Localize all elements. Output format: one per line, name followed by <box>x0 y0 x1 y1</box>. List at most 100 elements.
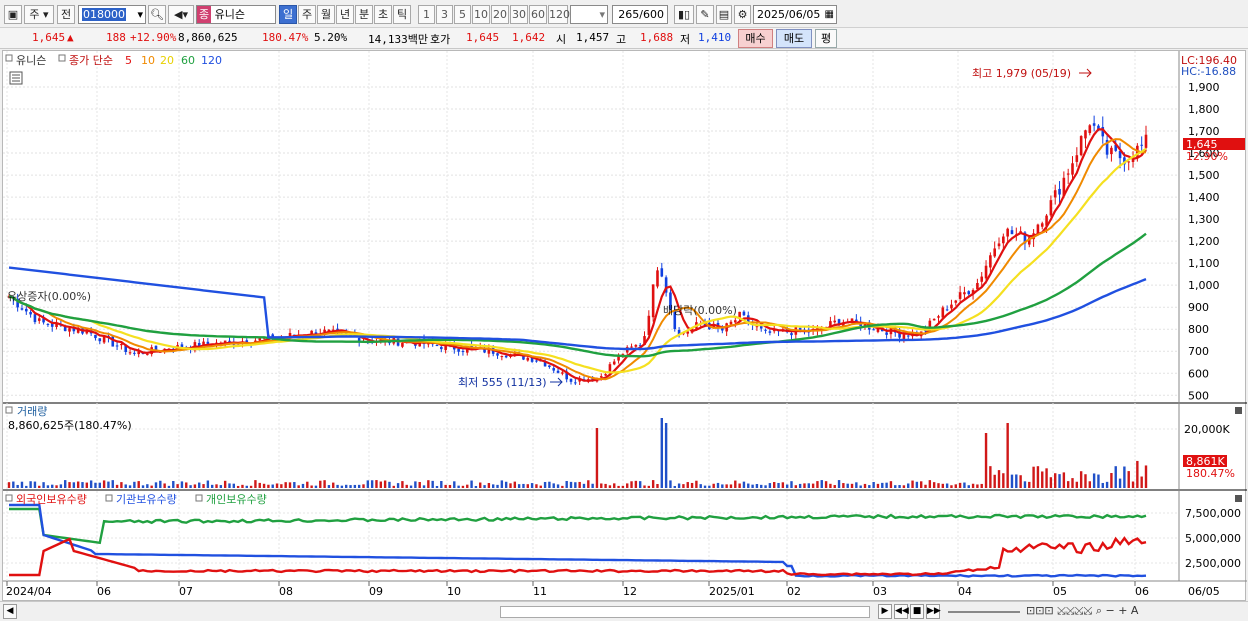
bid-price: 1,642 <box>512 31 546 44</box>
count-max: /600 <box>639 8 664 21</box>
rewind-icon[interactable]: ◀◀ <box>894 604 909 619</box>
volume-bar <box>275 483 279 488</box>
window-menu-icon[interactable]: ▣ <box>4 5 22 24</box>
candle-body <box>932 318 936 321</box>
candle-body <box>94 334 97 339</box>
percent-tag: 12.90% <box>1186 150 1228 163</box>
save-icon[interactable]: ▤ <box>716 5 732 24</box>
volume-bar <box>414 481 417 488</box>
tf-button-1[interactable]: 주 <box>298 5 316 24</box>
candle-body <box>29 312 32 315</box>
volume-bar <box>569 481 573 488</box>
candle-body <box>599 376 603 378</box>
candle-body <box>945 309 949 311</box>
tool-icons[interactable]: ⊡⊡⊡ ⤩⤩⤩⤩ ⌕ − + A <box>1026 604 1138 618</box>
volume-bar <box>859 485 862 488</box>
hold-close-icon[interactable] <box>1235 495 1242 502</box>
scroll-right-icon[interactable]: ▶ <box>878 604 892 619</box>
n-button-30[interactable]: 30 <box>510 5 528 24</box>
gear-icon[interactable]: ⚙ <box>734 5 751 24</box>
scroll-left-icon[interactable]: ◀ <box>3 604 17 619</box>
volume-bar <box>634 480 638 488</box>
zoom-slider[interactable] <box>948 611 1020 613</box>
candle-body <box>115 345 119 347</box>
tf-button-4[interactable]: 분 <box>355 5 373 24</box>
volume-bar <box>1036 466 1040 488</box>
volume-bar <box>249 485 253 488</box>
volume-bar <box>868 485 871 488</box>
volume-bar <box>522 483 525 488</box>
prev-button[interactable]: 전 <box>57 5 75 24</box>
n-button-3[interactable]: 3 <box>436 5 453 24</box>
tf-button-2[interactable]: 월 <box>317 5 335 24</box>
n-button-1[interactable]: 1 <box>418 5 435 24</box>
stop-icon[interactable]: ■ <box>910 604 924 619</box>
n-button-20[interactable]: 20 <box>491 5 509 24</box>
sound-icon[interactable]: ◀▾ <box>168 5 194 24</box>
volume-bar <box>388 481 391 488</box>
x-label-7: 12 <box>623 585 637 598</box>
volume-bar <box>133 481 136 488</box>
price-tick-7: 1,200 <box>1188 235 1220 248</box>
candle-body <box>46 323 50 325</box>
search-icon[interactable]: 🔍︎ <box>148 5 166 24</box>
scroll-thumb[interactable] <box>500 606 870 618</box>
date-input[interactable]: 2025/06/05 ▦ <box>753 5 837 24</box>
volume-bar <box>561 485 564 488</box>
volume-bar <box>1084 474 1087 488</box>
bottom-scrollbar[interactable]: ◀ ▶ ◀◀ ■ ▶▶ ⊡⊡⊡ ⤩⤩⤩⤩ ⌕ − + A <box>0 601 1248 621</box>
stock-name-field[interactable]: 종 유니슨 <box>196 5 276 24</box>
x-label-8: 2025/01 <box>709 585 755 598</box>
forward-icon[interactable]: ▶▶ <box>926 604 941 619</box>
buy-button[interactable]: 매수 <box>738 29 773 48</box>
candle-body <box>906 335 910 337</box>
draw-tool-icon[interactable]: ✎ <box>696 5 714 24</box>
holders-tick-1: 7,500,000 <box>1185 507 1241 520</box>
blank-select[interactable]: ▾ <box>570 5 608 24</box>
price-tick-12: 700 <box>1188 345 1209 358</box>
volume-bar <box>115 484 119 488</box>
period-week-select[interactable]: 주 ▾ <box>24 5 54 24</box>
tf-button-3[interactable]: 년 <box>336 5 354 24</box>
sell-button[interactable]: 매도 <box>776 29 812 48</box>
volume-bar <box>466 484 469 488</box>
volume-bar <box>496 484 499 488</box>
volume-bar <box>440 480 443 488</box>
n-button-5[interactable]: 5 <box>454 5 471 24</box>
volume-bar <box>1010 474 1014 488</box>
volume-bar <box>872 481 875 488</box>
volume-bar <box>708 485 711 488</box>
n-button-60[interactable]: 60 <box>529 5 547 24</box>
stock-code-input[interactable]: 018000 ▾ <box>78 5 146 24</box>
tf-button-0[interactable]: 일 <box>279 5 297 24</box>
n-button-120[interactable]: 120 <box>548 5 570 24</box>
volume-bar <box>989 466 992 488</box>
candle-body <box>980 276 984 282</box>
volume-bar <box>163 483 166 488</box>
hold-box-icon-3 <box>195 494 203 502</box>
tf-button-6[interactable]: 틱 <box>393 5 411 24</box>
chart-svg[interactable]: 1,9001,8001,7001,6001,5001,4001,3001,200… <box>3 51 1247 602</box>
volume-bar <box>167 485 171 488</box>
volume-bar <box>833 485 836 488</box>
n-button-10[interactable]: 10 <box>472 5 490 24</box>
volume-bar <box>664 423 668 488</box>
volume-bar <box>245 485 248 488</box>
evaluate-button[interactable]: 평 <box>815 29 837 48</box>
volume-bar <box>915 481 919 488</box>
volume-bar <box>855 482 858 488</box>
candle-icon[interactable]: ▮▯ <box>674 5 694 24</box>
candle-body <box>755 326 759 328</box>
vol-close-icon[interactable] <box>1235 407 1242 414</box>
count-input[interactable]: 265/600 <box>612 5 668 24</box>
candle-body <box>1002 236 1005 244</box>
volume-bar <box>807 483 810 488</box>
volume-bar <box>768 483 772 488</box>
price-tick-13: 600 <box>1188 367 1209 380</box>
volume-bar <box>755 484 759 488</box>
low-label: 저 <box>680 33 691 46</box>
tf-button-5[interactable]: 초 <box>374 5 392 24</box>
chart-panel[interactable]: 1,900 1,800 1,700 1,600 1,500 1,400 1,300 1,200… <box>2 50 1247 602</box>
trade-amount: 14,133백만 <box>368 33 428 46</box>
open-label: 시 <box>556 33 567 46</box>
